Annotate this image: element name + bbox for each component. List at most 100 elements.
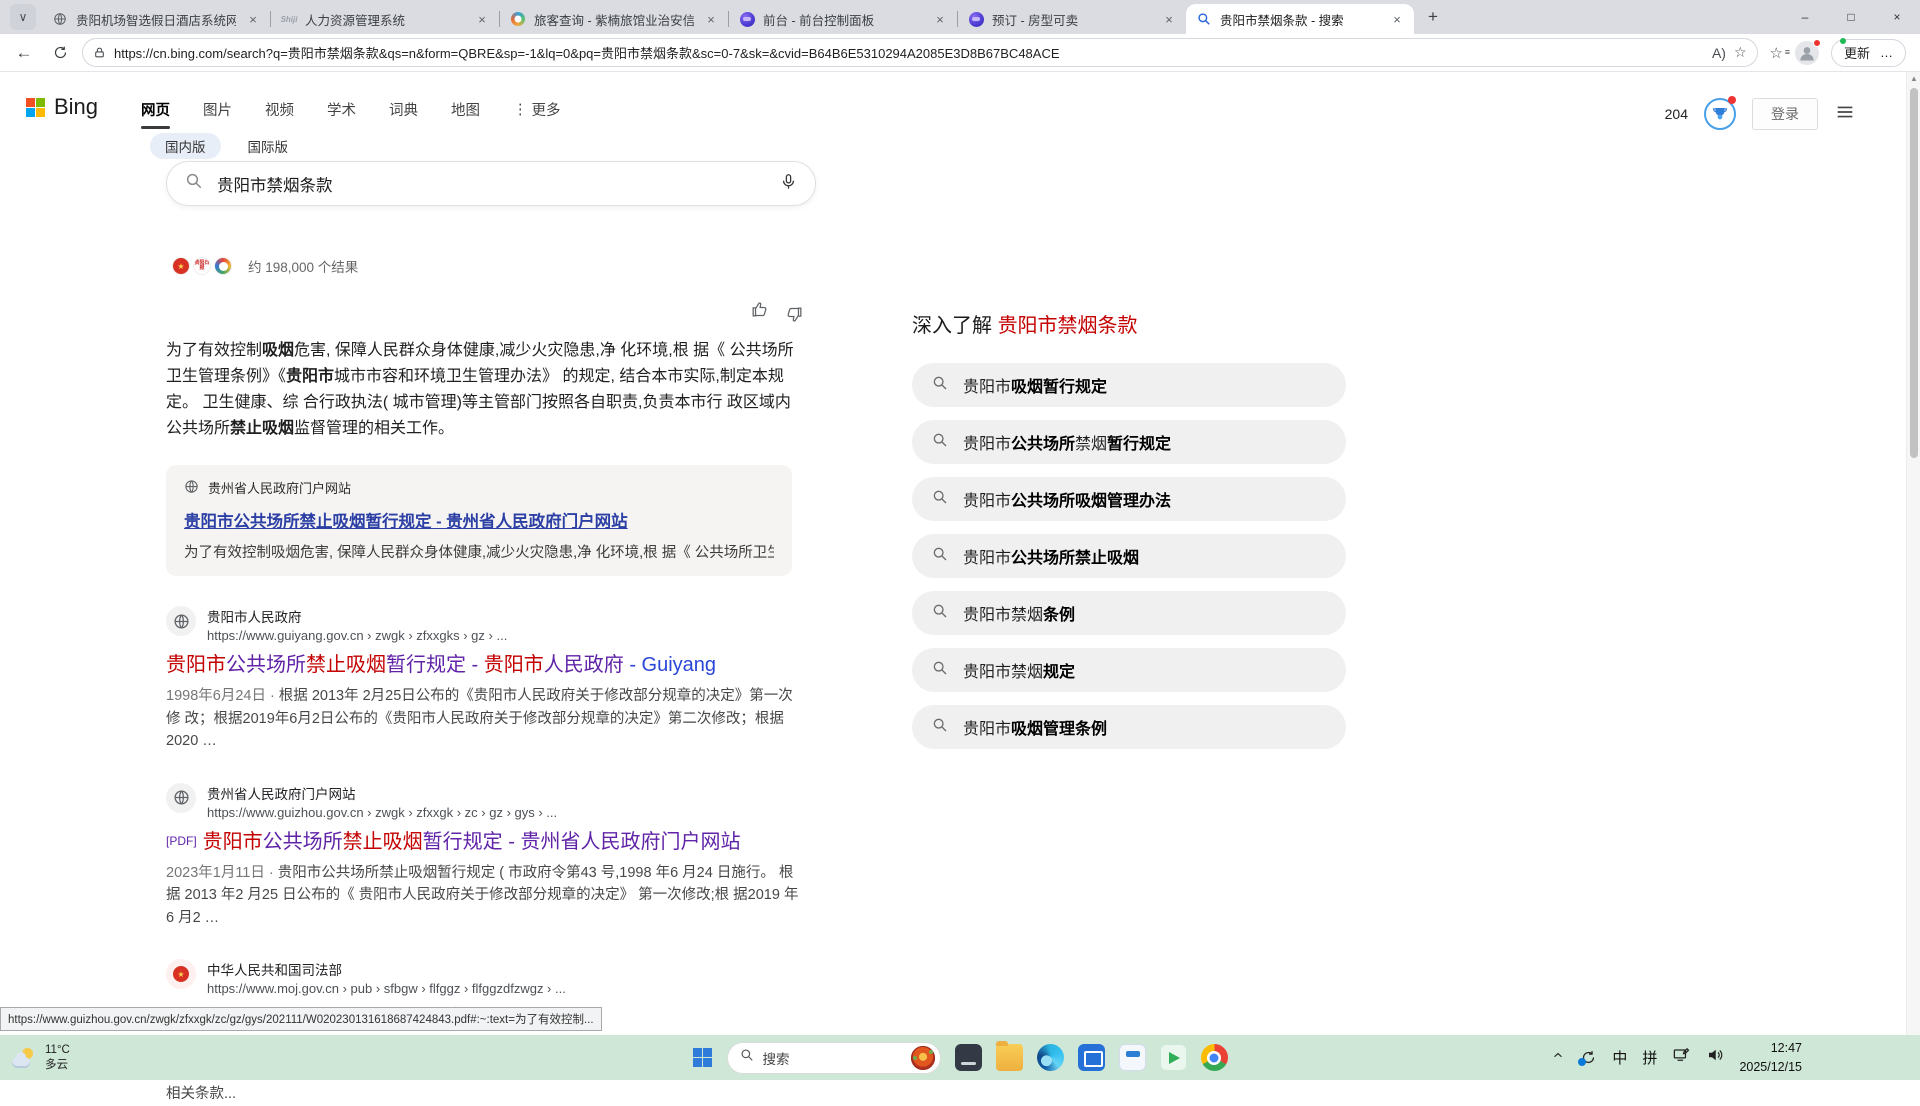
related-search-pill[interactable]: 贵阳市吸烟管理条例	[912, 705, 1346, 749]
search-box[interactable]: 贵阳市禁烟条款	[166, 161, 816, 206]
app-icon-green[interactable]	[1160, 1044, 1187, 1071]
shiji-logo-icon: Shiji	[281, 11, 297, 27]
tray-chevron-up-icon[interactable]	[1551, 1048, 1565, 1067]
close-tab-icon[interactable]: ×	[244, 10, 262, 28]
gov-emblem-icon: ★	[172, 257, 190, 275]
url-field[interactable]: https://cn.bing.com/search?q=贵阳市禁烟条款&qs=…	[82, 38, 1758, 67]
globe-icon	[166, 606, 196, 636]
related-search-pill[interactable]: 贵阳市公共场所吸烟管理办法	[912, 477, 1346, 521]
microsoft-logo-icon	[26, 98, 45, 117]
close-tab-icon[interactable]: ×	[1160, 10, 1178, 28]
result-snippet: 1998年6月24日·根据 2013年 2月25日公布的《贵阳市人民政府关于修改…	[166, 685, 806, 752]
purple-app-icon	[969, 12, 984, 27]
result-snippet: 2023年1月11日·贵阳市公共场所禁止吸烟暂行规定 ( 市政府令第43 号,1…	[166, 862, 806, 929]
tab-actions-button[interactable]: ∨	[10, 4, 36, 30]
ime-pinyin-indicator[interactable]: 拼	[1642, 1047, 1657, 1068]
close-tab-icon[interactable]: ×	[702, 10, 720, 28]
browser-update-button[interactable]: 更新 …	[1831, 39, 1906, 67]
sync-status-icon[interactable]	[1580, 1049, 1597, 1066]
result-title[interactable]: [PDF]贵阳市公共场所禁止吸烟暂行规定 - 贵州省人民政府门户网站	[166, 830, 814, 855]
taskbar-search[interactable]: 搜索	[727, 1042, 941, 1074]
chrome-browser-icon[interactable]	[1201, 1044, 1228, 1071]
thumbs-down-icon[interactable]	[785, 300, 804, 324]
search-icon	[740, 1048, 754, 1067]
app-icon-blue[interactable]	[1078, 1044, 1105, 1071]
nav-images[interactable]: 图片	[203, 99, 232, 129]
close-tab-icon[interactable]: ×	[1388, 10, 1406, 28]
edge-browser-icon[interactable]	[1037, 1044, 1064, 1071]
sign-in-button[interactable]: 登录	[1752, 98, 1818, 130]
maximize-button[interactable]: □	[1828, 0, 1874, 34]
tab-booking[interactable]: 预订 - 房型可卖 ×	[958, 4, 1186, 34]
tray-time: 12:47	[1739, 1039, 1802, 1057]
related-search-pill[interactable]: 贵阳市公共场所禁止吸烟	[912, 534, 1346, 578]
region-domestic[interactable]: 国内版	[150, 133, 221, 159]
search-query[interactable]: 贵阳市禁烟条款	[217, 172, 766, 196]
featured-source-card[interactable]: 贵州省人民政府门户网站 贵阳市公共场所禁止吸烟暂行规定 - 贵州省人民政府门户网…	[166, 465, 792, 576]
tab-guest-query[interactable]: 旅客查询 - 紫楠旅馆业治安信息管 ×	[500, 4, 728, 34]
related-search-pill[interactable]: 贵阳市公共场所禁烟暂行规定	[912, 420, 1346, 464]
tab-hotel-portal[interactable]: 贵阳机场智选假日酒店系统网址导 ×	[42, 4, 270, 34]
file-explorer-icon[interactable]	[996, 1044, 1023, 1071]
result-url[interactable]: https://www.guizhou.gov.cn › zwgk › zfxx…	[207, 805, 557, 820]
window-controls: – □ ×	[1782, 0, 1920, 34]
favorite-star-icon[interactable]: ☆	[1734, 44, 1747, 61]
nav-more[interactable]: ⋮ 更多	[513, 99, 561, 129]
speaker-icon[interactable]	[1706, 1046, 1724, 1069]
source-link[interactable]: 贵阳市公共场所禁止吸烟暂行规定 - 贵州省人民政府门户网站	[184, 508, 774, 532]
close-window-button[interactable]: ×	[1874, 0, 1920, 34]
close-tab-icon[interactable]: ×	[473, 10, 491, 28]
tab-bing-search-active[interactable]: 贵阳市禁烟条款 - 搜索 ×	[1186, 4, 1414, 34]
search-highlight-image[interactable]	[911, 1046, 935, 1070]
bing-logo[interactable]: Bing	[26, 94, 98, 120]
back-button[interactable]: ←	[10, 39, 38, 67]
url-text[interactable]: https://cn.bing.com/search?q=贵阳市禁烟条款&qs=…	[114, 43, 1704, 62]
result-url[interactable]: https://www.moj.gov.cn › pub › sfbgw › f…	[207, 981, 566, 996]
related-search-pill[interactable]: 贵阳市禁烟条例	[912, 591, 1346, 635]
result-url[interactable]: https://www.guiyang.gov.cn › zwgk › zfxx…	[207, 628, 507, 643]
bing-search-icon	[1196, 11, 1212, 27]
minimize-button[interactable]: –	[1782, 0, 1828, 34]
chevron-down-icon: ∨	[19, 10, 28, 24]
thumbs-up-icon[interactable]	[750, 300, 769, 324]
refresh-button[interactable]	[46, 39, 74, 67]
favorites-bar-icon[interactable]: ☆ ≡	[1770, 44, 1783, 62]
app-icon-dark-window[interactable]	[955, 1044, 982, 1071]
bing-nav: 网页 图片 视频 学术 词典 地图 ⋮ 更多	[141, 99, 561, 129]
tab-hr-system[interactable]: Shiji 人力资源管理系统 ×	[271, 4, 499, 34]
search-icon	[932, 717, 948, 738]
purple-app-icon	[740, 12, 755, 27]
microphone-icon[interactable]	[780, 173, 797, 195]
rewards-badge-icon[interactable]	[1704, 98, 1736, 130]
nav-dictionary[interactable]: 词典	[389, 99, 418, 129]
more-menu-icon[interactable]: …	[1880, 45, 1893, 60]
nav-web[interactable]: 网页	[141, 99, 170, 129]
tab-title: 预订 - 房型可卖	[992, 10, 1152, 29]
app-icon-light-blue[interactable]	[1119, 1044, 1146, 1071]
hamburger-menu-icon[interactable]	[1834, 101, 1856, 128]
region-international[interactable]: 国际版	[233, 133, 304, 159]
nav-academic[interactable]: 学术	[327, 99, 356, 129]
related-search-pill[interactable]: 贵阳市吸烟暂行规定	[912, 363, 1346, 407]
read-aloud-icon[interactable]: A)	[1712, 45, 1726, 61]
rewards-dot	[1728, 96, 1736, 104]
tab-front-desk[interactable]: 前台 - 前台控制面板 ×	[729, 4, 957, 34]
search-result: ★ 中华人民共和国司法部 https://www.moj.gov.cn › pu…	[166, 959, 814, 1105]
start-button[interactable]	[693, 1048, 713, 1068]
nav-videos[interactable]: 视频	[265, 99, 294, 129]
new-tab-button[interactable]: +	[1420, 4, 1446, 30]
result-title[interactable]: 贵阳市公共场所禁止吸烟暂行规定 - 贵阳市人民政府 - Guiyang	[166, 653, 814, 678]
page-scrollbar[interactable]: ▲	[1906, 72, 1920, 1035]
profile-avatar[interactable]	[1795, 41, 1819, 65]
related-query: 贵阳市禁烟条款	[998, 315, 1138, 337]
related-search-pill[interactable]: 贵阳市禁烟规定	[912, 648, 1346, 692]
result-site: 贵阳市人民政府	[207, 606, 507, 626]
ime-chinese-indicator[interactable]: 中	[1612, 1047, 1627, 1068]
scrollbar-thumb[interactable]	[1910, 88, 1918, 458]
close-tab-icon[interactable]: ×	[931, 10, 949, 28]
display-pen-icon[interactable]	[1672, 1046, 1691, 1070]
status-url-bar: https://www.guizhou.gov.cn/zwgk/zfxxgk/z…	[0, 1007, 602, 1031]
pdf-tag: [PDF]	[166, 834, 197, 848]
clock-widget[interactable]: 12:47 2025/12/15	[1739, 1039, 1802, 1075]
nav-maps[interactable]: 地图	[451, 99, 480, 129]
